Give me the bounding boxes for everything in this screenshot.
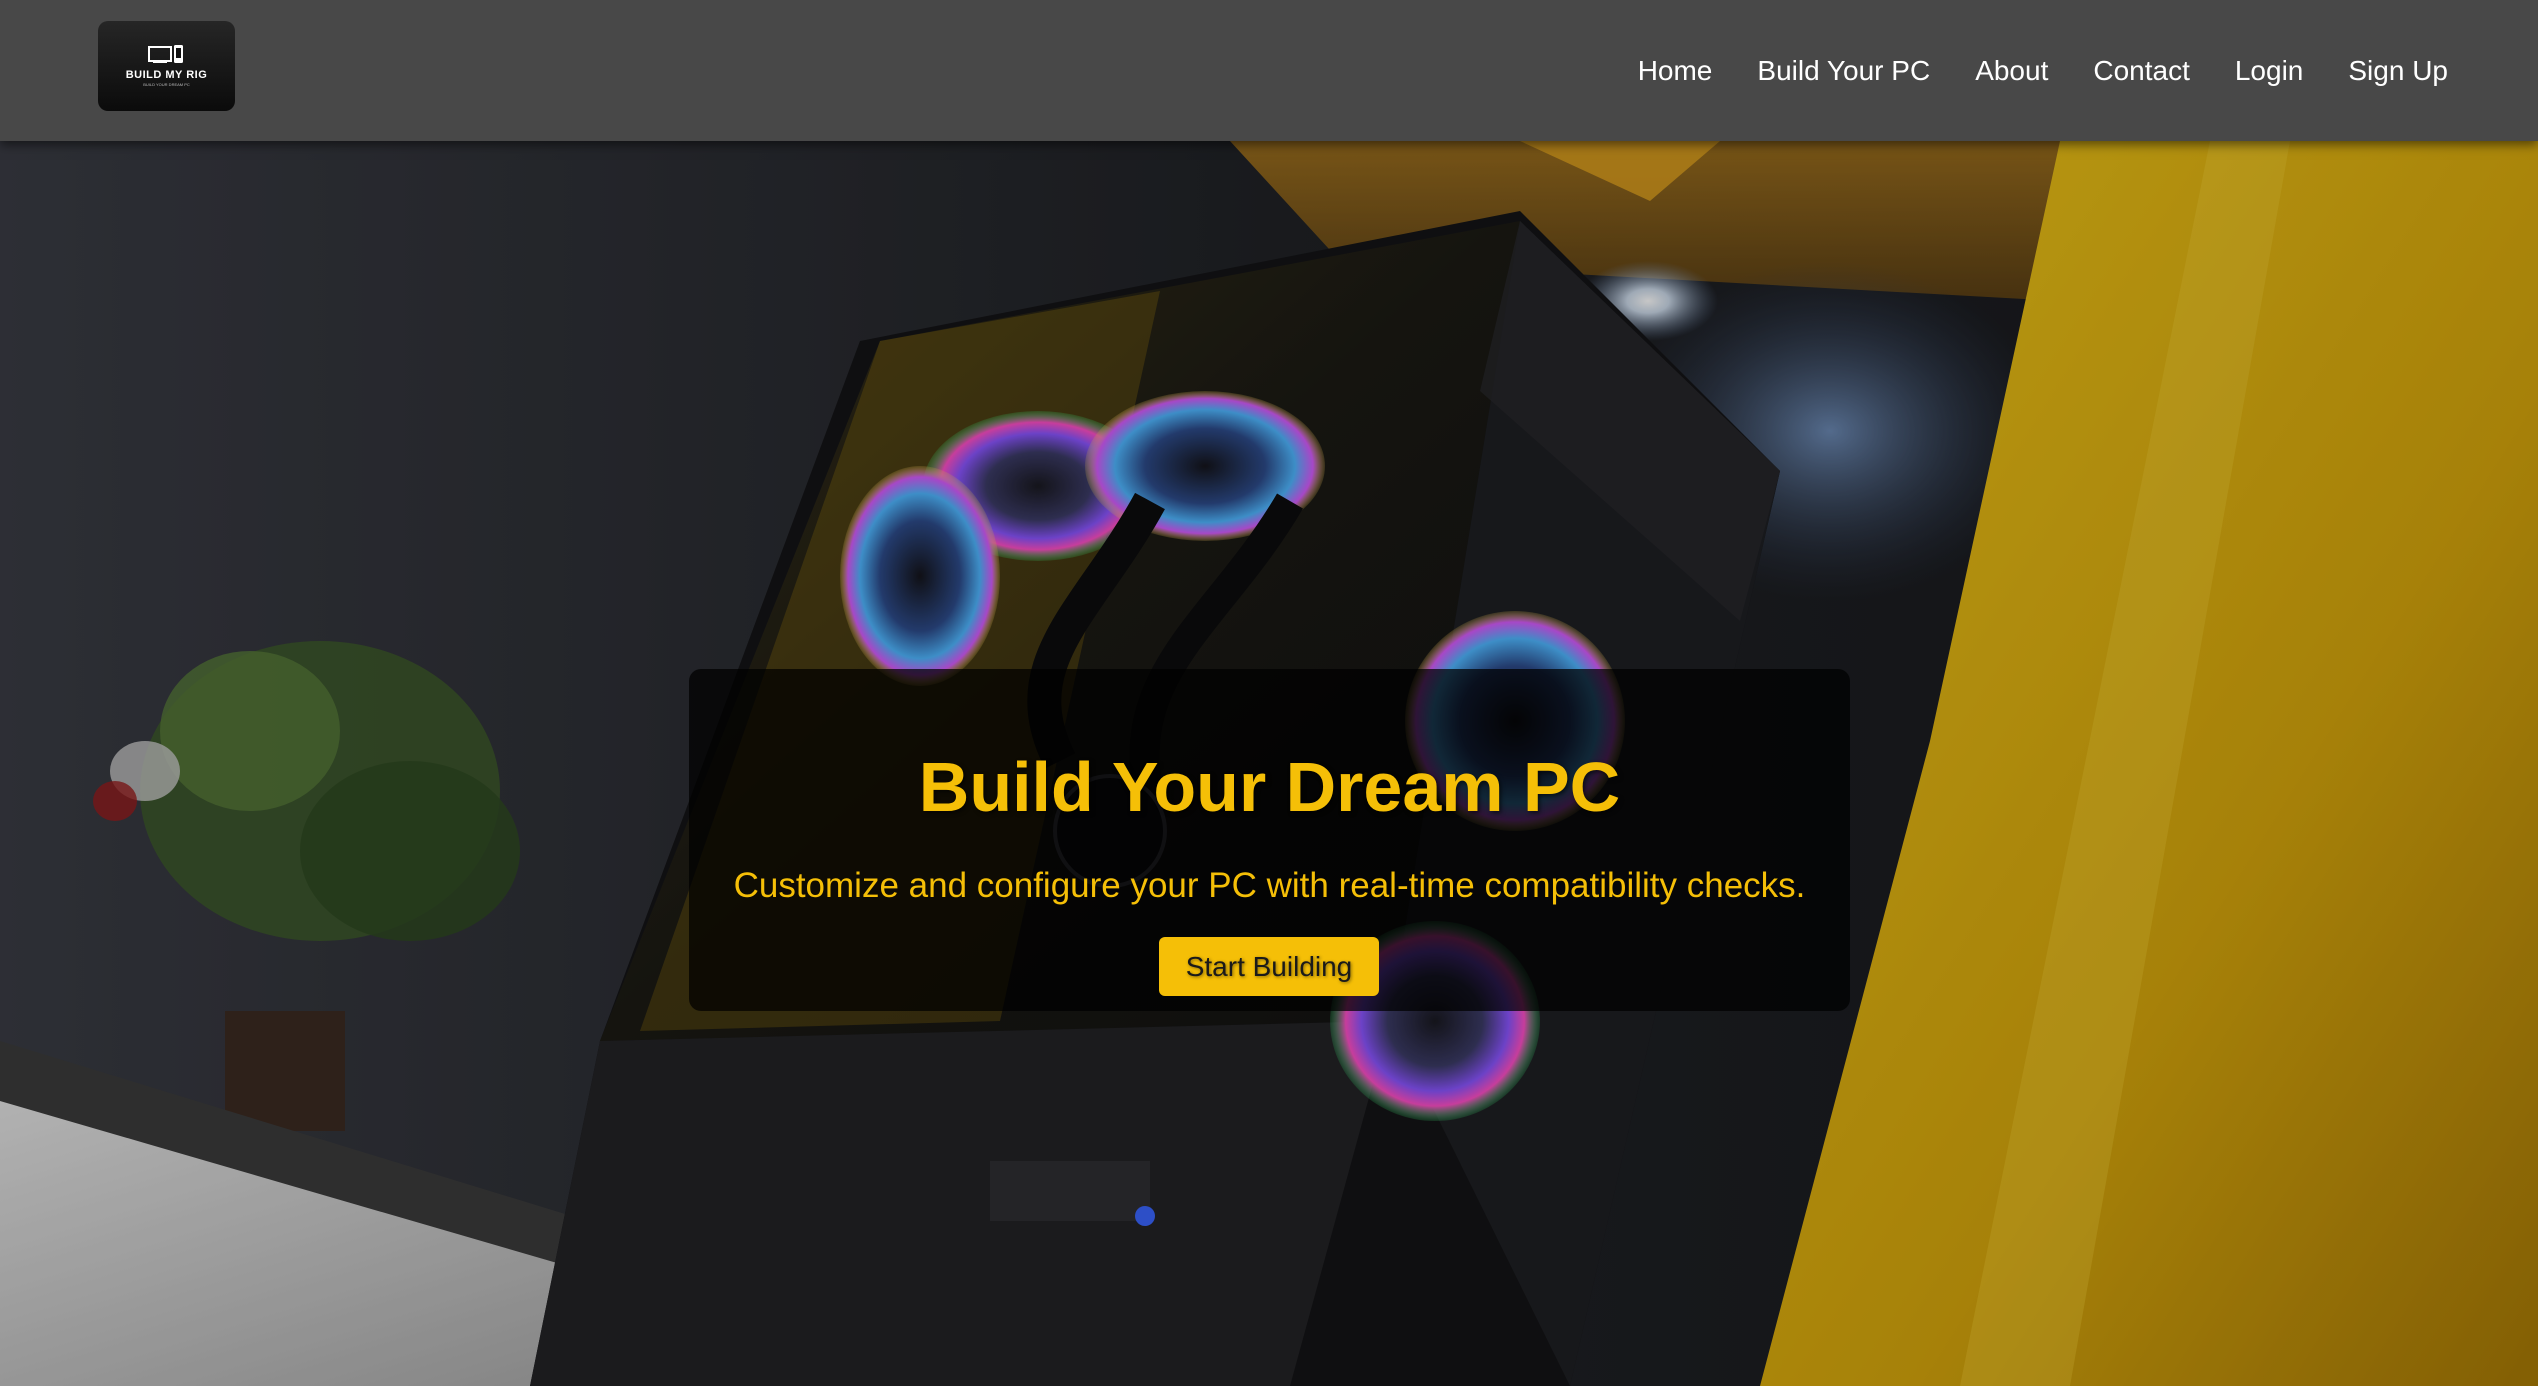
logo-text: BUILD MY RIG bbox=[125, 69, 208, 81]
logo-tagline: BUILD YOUR DREAM PC bbox=[143, 82, 190, 87]
hero-content-box: Build Your Dream PC Customize and config… bbox=[689, 669, 1850, 1011]
navbar: BUILD MY RIG BUILD YOUR DREAM PC Home Bu… bbox=[0, 0, 2538, 141]
hero-section: Build Your Dream PC Customize and config… bbox=[0, 141, 2538, 1386]
nav-link-login[interactable]: Login bbox=[2235, 55, 2304, 87]
nav-link-about[interactable]: About bbox=[1975, 55, 2048, 87]
hero-title: Build Your Dream PC bbox=[918, 748, 1621, 826]
hero-subtitle: Customize and configure your PC with rea… bbox=[733, 866, 1806, 905]
nav-link-home[interactable]: Home bbox=[1638, 55, 1713, 87]
site-logo[interactable]: BUILD MY RIG BUILD YOUR DREAM PC bbox=[98, 21, 235, 111]
nav-link-sign-up[interactable]: Sign Up bbox=[2348, 55, 2448, 87]
nav-link-contact[interactable]: Contact bbox=[2093, 55, 2190, 87]
nav-link-build-your-pc[interactable]: Build Your PC bbox=[1757, 55, 1930, 87]
start-building-button[interactable]: Start Building bbox=[1159, 937, 1379, 996]
computer-phone-icon bbox=[147, 45, 183, 63]
main-nav: Home Build Your PC About Contact Login S… bbox=[1593, 0, 2448, 141]
